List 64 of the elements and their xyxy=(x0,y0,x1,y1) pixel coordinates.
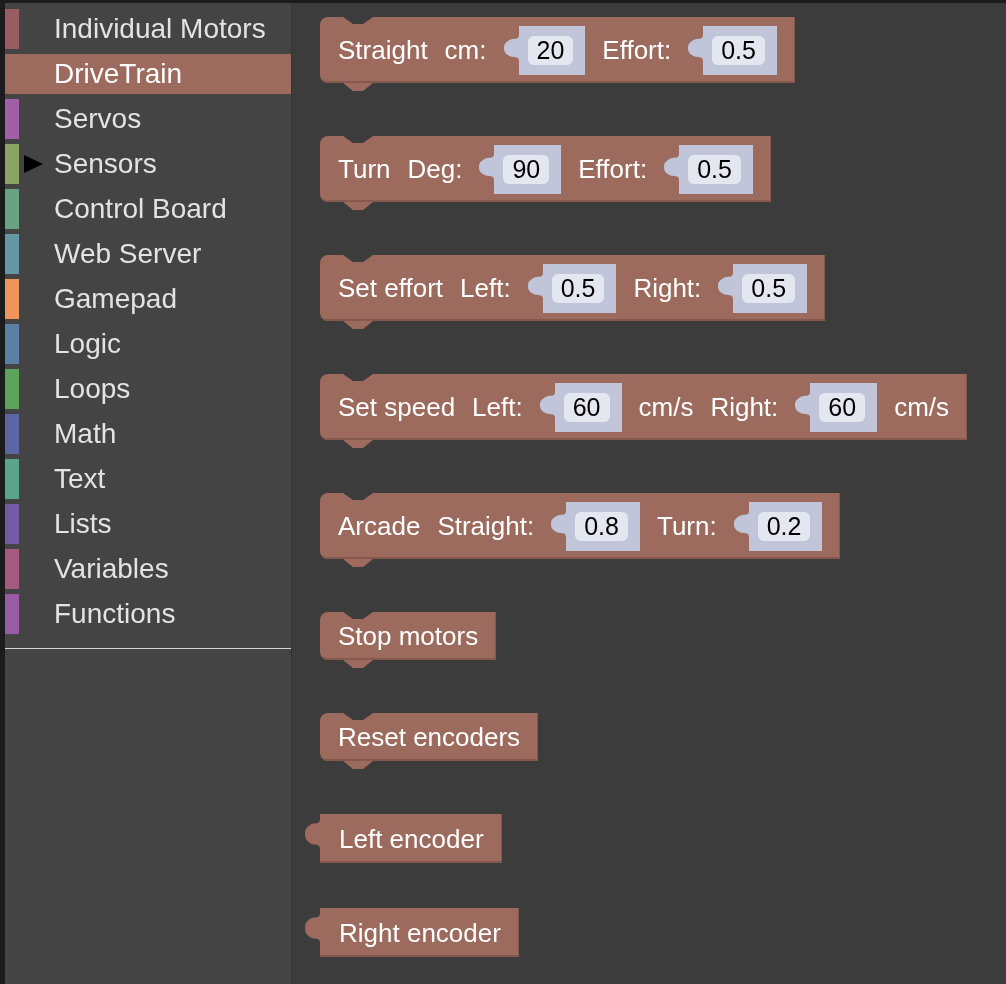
category-item[interactable]: DriveTrain xyxy=(5,54,291,94)
number-field[interactable]: 0.5 xyxy=(712,35,765,65)
number-field[interactable]: 0.5 xyxy=(742,273,796,303)
statement-block[interactable]: Stop motors xyxy=(320,612,497,660)
number-field[interactable]: 60 xyxy=(563,392,610,422)
input-tab-icon xyxy=(688,34,704,61)
category-item[interactable]: Web Server xyxy=(5,234,291,274)
block-label: Reset encoders xyxy=(338,724,521,750)
number-field[interactable]: 0.2 xyxy=(757,511,811,541)
category-item[interactable]: Math xyxy=(5,414,291,454)
category-item[interactable]: Gamepad xyxy=(5,279,291,319)
number-field[interactable]: 90 xyxy=(503,154,550,184)
block-label: cm/s xyxy=(894,394,949,420)
block-label: Right: xyxy=(633,275,702,301)
block-label: Arcade xyxy=(338,513,421,539)
input-tab-icon xyxy=(718,272,734,299)
block-label: Stop motors xyxy=(338,623,479,649)
category-item[interactable]: Individual Motors xyxy=(5,9,291,49)
block-label: cm: xyxy=(444,37,487,63)
category-item[interactable]: Variables xyxy=(5,549,291,589)
block-label: Deg: xyxy=(407,156,463,182)
statement-block[interactable]: Straight cm: 20 Effort: 0.5 xyxy=(320,17,795,83)
category-item[interactable]: Logic xyxy=(5,324,291,364)
block-label: Left: xyxy=(472,394,523,420)
statement-block[interactable]: Set effort Left: 0.5 Right: 0.5 xyxy=(320,255,826,321)
block-label: Set effort xyxy=(338,275,444,301)
input-tab-icon xyxy=(551,510,567,537)
output-tab-icon xyxy=(305,913,320,943)
output-tab-icon xyxy=(305,819,320,849)
input-tab-icon xyxy=(503,34,519,61)
statement-block[interactable]: Arcade Straight: 0.8 Turn: 0.2 xyxy=(320,493,841,559)
statement-block[interactable]: Reset encoders xyxy=(320,713,539,761)
block-label: Right: xyxy=(710,394,779,420)
block-label: Effort: xyxy=(602,37,672,63)
statement-block[interactable]: Set speed Left: 60 cm/s Right: 60 cm/s xyxy=(320,374,967,440)
category-item[interactable]: Functions xyxy=(5,594,291,634)
block-label: Straight xyxy=(338,37,428,63)
input-tab-icon xyxy=(733,510,749,537)
category-item[interactable]: Control Board xyxy=(5,189,291,229)
block-label: Set speed xyxy=(338,394,456,420)
number-field[interactable]: 0.8 xyxy=(575,511,628,541)
block-label: Straight: xyxy=(437,513,535,539)
number-field[interactable]: 0.5 xyxy=(551,273,605,303)
category-item[interactable]: Lists xyxy=(5,504,291,544)
block-label: cm/s xyxy=(638,394,694,420)
input-tab-icon xyxy=(479,153,495,180)
block-label: Turn xyxy=(338,156,391,182)
block-label: Effort: xyxy=(578,156,648,182)
block-label: Left: xyxy=(460,275,511,301)
block-label: Right encoder xyxy=(339,919,501,946)
block-label: Turn: xyxy=(657,513,717,539)
input-tab-icon xyxy=(795,391,811,418)
number-field[interactable]: 0.5 xyxy=(688,154,741,184)
number-field[interactable]: 20 xyxy=(527,35,574,65)
number-field[interactable]: 60 xyxy=(819,392,866,422)
category-item[interactable]: Text xyxy=(5,459,291,499)
category-item[interactable]: Sensors xyxy=(5,144,291,184)
category-item[interactable]: Loops xyxy=(5,369,291,409)
statement-block[interactable]: Turn Deg: 90 Effort: 0.5 xyxy=(320,136,771,202)
input-tab-icon xyxy=(664,153,680,180)
category-item[interactable]: Servos xyxy=(5,99,291,139)
input-tab-icon xyxy=(539,391,555,418)
input-tab-icon xyxy=(527,272,543,299)
block-label: Left encoder xyxy=(339,825,484,852)
